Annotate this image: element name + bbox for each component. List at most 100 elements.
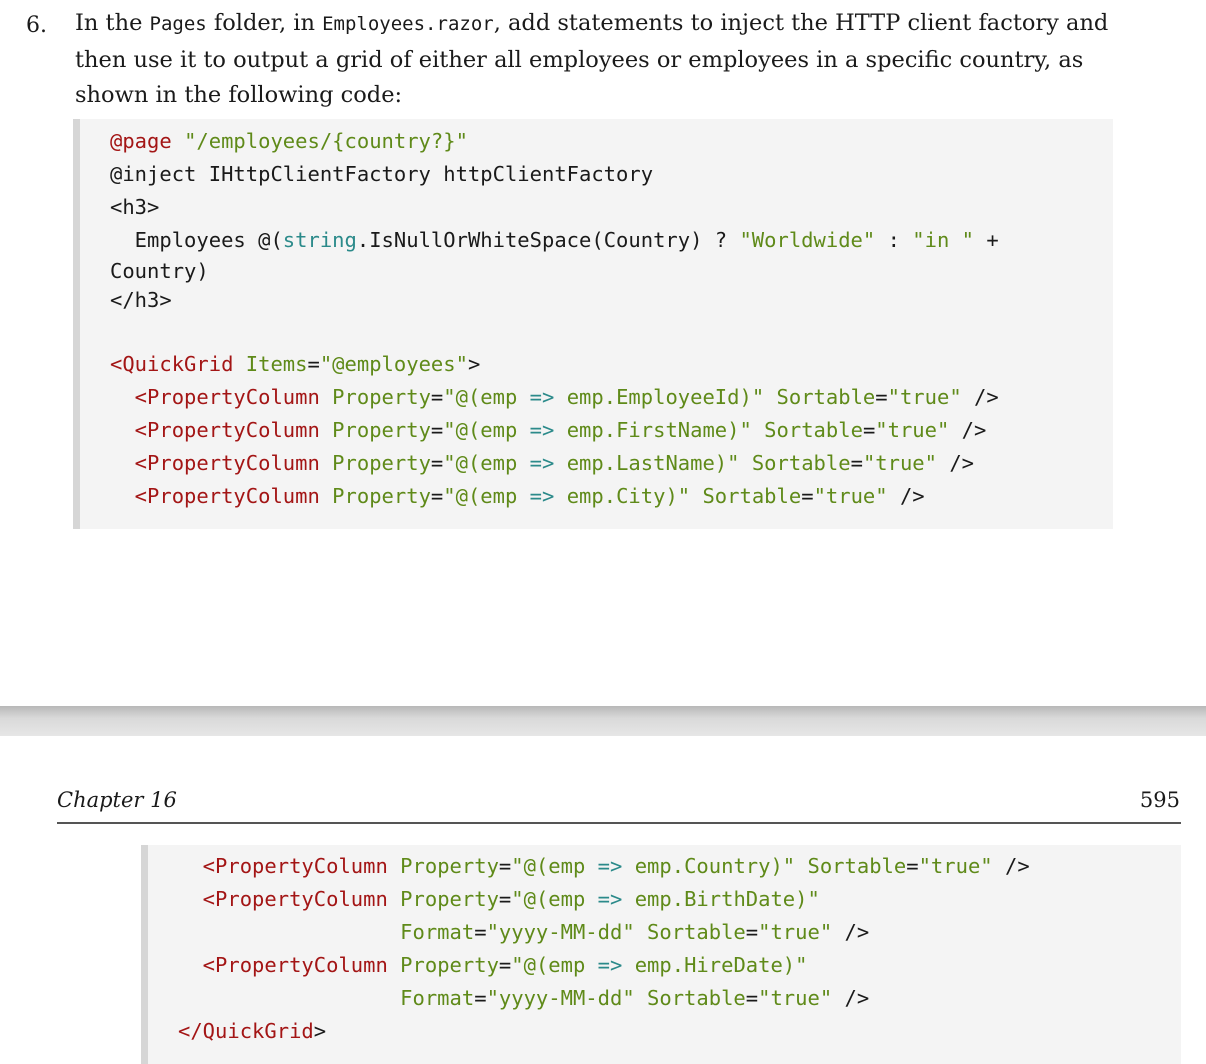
code-token: => xyxy=(529,418,555,442)
code-token: emp.City)" xyxy=(554,484,691,508)
code-line: <h3> xyxy=(110,191,1113,224)
code-token: => xyxy=(529,484,555,508)
code-token: Sortable xyxy=(690,484,802,508)
code-token: = xyxy=(430,484,444,508)
code-token: emp.LastName)" xyxy=(554,451,740,475)
code-token: .IsNullOrWhiteSpace(Country) ? xyxy=(356,228,740,252)
code-token: Property xyxy=(319,451,431,475)
code-token: Items xyxy=(233,352,308,376)
code-token: Property xyxy=(319,484,431,508)
code-token: Sortable xyxy=(739,451,851,475)
code-token: /> xyxy=(832,986,870,1010)
code-token: "@employees" xyxy=(319,352,468,376)
code-token: emp.BirthDate)" xyxy=(622,887,820,911)
code-token: <h3> xyxy=(110,195,160,219)
code-token: = xyxy=(862,418,876,442)
code-token: = xyxy=(430,418,444,442)
code-line: <PropertyColumn Property="@(emp => emp.E… xyxy=(110,381,1113,414)
code-token: /> xyxy=(887,484,925,508)
code-token: = xyxy=(474,920,487,944)
code-token: => xyxy=(597,953,623,977)
code-line: </h3> xyxy=(110,286,1113,315)
code-block-razor-page: @page "/employees/{country?}" @inject IHt… xyxy=(73,119,1113,529)
header-rule xyxy=(57,822,1181,824)
running-header-chapter: Chapter 16 xyxy=(57,788,177,812)
code-token: "yyyy-MM-dd" xyxy=(486,920,635,944)
code-line: <PropertyColumn Property="@(emp => emp.B… xyxy=(178,883,1181,916)
code-token: "yyyy-MM-dd" xyxy=(486,986,635,1010)
code-line: ​ xyxy=(110,315,1113,348)
code-token: "true" xyxy=(813,484,888,508)
code-token: <PropertyColumn xyxy=(110,418,320,442)
code-token: "/employees/{country?}" xyxy=(184,129,468,153)
code-token: string xyxy=(282,228,357,252)
code-token: = xyxy=(875,385,888,409)
code-line: <PropertyColumn Property="@(emp => emp.C… xyxy=(110,480,1113,513)
code-token: = xyxy=(498,953,512,977)
inline-code-file: Employees.razor xyxy=(322,13,494,35)
code-token: "in " xyxy=(912,228,974,252)
code-token: => xyxy=(597,887,623,911)
code-token: <QuickGrid xyxy=(110,352,234,376)
code-token: = xyxy=(430,385,444,409)
code-line: @inject IHttpClientFactory httpClientFac… xyxy=(110,158,1113,191)
code-token: <PropertyColumn xyxy=(178,854,388,878)
code-token: Employees @( xyxy=(110,228,283,252)
code-token: = xyxy=(801,484,814,508)
code-line: <PropertyColumn Property="@(emp => emp.L… xyxy=(110,447,1113,480)
code-token: Sortable xyxy=(634,986,746,1010)
code-token: emp.EmployeeId)" xyxy=(554,385,765,409)
code-token: => xyxy=(529,385,555,409)
step-number: 6. xyxy=(26,13,47,38)
code-line: </QuickGrid> xyxy=(178,1015,1181,1048)
code-token: Property xyxy=(387,854,499,878)
code-token: "true" xyxy=(862,451,937,475)
code-block-quickgrid-continued: <PropertyColumn Property="@(emp => emp.C… xyxy=(141,845,1181,1064)
code-token: /> xyxy=(949,418,987,442)
step-text-part: In the xyxy=(75,10,150,36)
code-token: = xyxy=(498,854,512,878)
code-token: > xyxy=(313,1019,327,1043)
code-token: = xyxy=(307,352,320,376)
code-token: </h3> xyxy=(110,288,172,312)
code-token: emp.FirstName)" xyxy=(554,418,752,442)
code-token: Sortable xyxy=(764,385,876,409)
code-token: "@(emp xyxy=(511,887,598,911)
code-line: <PropertyColumn Property="@(emp => emp.H… xyxy=(178,949,1181,982)
code-token: Format xyxy=(178,920,475,944)
code-token: "true" xyxy=(758,986,833,1010)
code-token: Property xyxy=(319,385,431,409)
code-token: @page xyxy=(110,129,185,153)
code-token: Format xyxy=(178,986,475,1010)
code-token: "Worldwide" xyxy=(739,228,876,252)
code-token: = xyxy=(906,854,919,878)
code-token: = xyxy=(745,920,759,944)
code-token: Property xyxy=(387,887,499,911)
code-token: <PropertyColumn xyxy=(110,484,320,508)
code-line: Format="yyyy-MM-dd" Sortable="true" /> xyxy=(178,982,1181,1015)
code-line: Country) xyxy=(110,257,1113,286)
inline-code-folder: Pages xyxy=(149,13,207,35)
code-token: "true" xyxy=(875,418,950,442)
code-line: Employees @(string.IsNullOrWhiteSpace(Co… xyxy=(110,224,1113,257)
code-token: Country) xyxy=(110,259,209,283)
code-line: Format="yyyy-MM-dd" Sortable="true" /> xyxy=(178,916,1181,949)
code-token: @inject IHttpClientFactory httpClientFac… xyxy=(110,162,654,186)
code-token: = xyxy=(850,451,863,475)
code-token: + xyxy=(973,228,999,252)
code-token: /> xyxy=(937,451,975,475)
code-token: = xyxy=(498,887,512,911)
code-line: <PropertyColumn Property="@(emp => emp.C… xyxy=(178,850,1181,883)
code-token: emp.Country)" xyxy=(622,854,796,878)
step-text-part: folder, in xyxy=(206,10,323,36)
code-token: => xyxy=(597,854,623,878)
code-token: Property xyxy=(387,953,499,977)
code-token: "@(emp xyxy=(443,451,530,475)
code-token: "@(emp xyxy=(443,484,530,508)
code-listing: @page "/employees/{country?}" @inject IHt… xyxy=(110,125,1113,513)
code-token: <PropertyColumn xyxy=(110,385,320,409)
code-token: "true" xyxy=(887,385,962,409)
code-token: /> xyxy=(832,920,870,944)
code-token: => xyxy=(529,451,555,475)
code-token: Property xyxy=(319,418,431,442)
